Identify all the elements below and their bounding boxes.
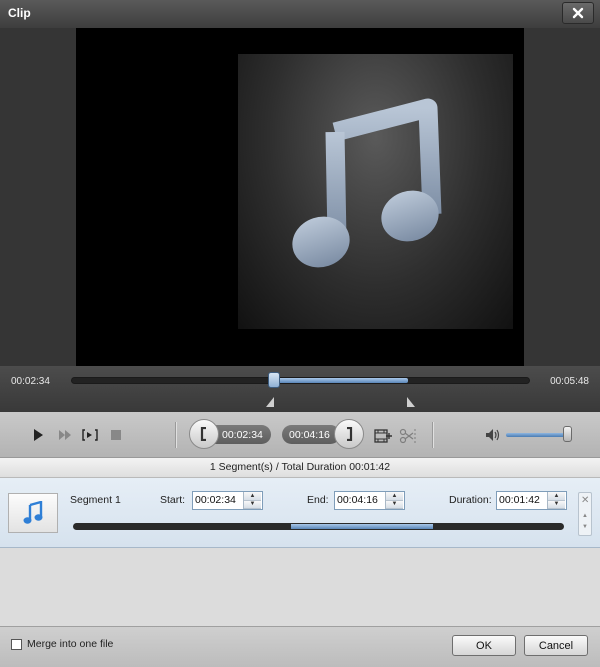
end-time-display: 00:04:16 [282, 425, 340, 444]
segment-thumbnail [8, 493, 58, 533]
merge-checkbox[interactable] [11, 639, 22, 650]
timeline-bar: 00:02:34 00:05:48 [0, 366, 600, 412]
end-marker[interactable] [407, 397, 416, 407]
dialog-footer: Merge into one file OK Cancel [0, 626, 600, 667]
close-icon [572, 7, 584, 19]
preview-area [0, 28, 600, 366]
segments-summary: 1 Segment(s) / Total Duration 00:01:42 [0, 458, 600, 478]
video-screen [76, 28, 524, 366]
frame-step-icon [82, 429, 98, 441]
end-time-field[interactable]: 00:04:16 ▲ ▼ [334, 491, 405, 510]
start-marker[interactable] [266, 397, 275, 407]
selection-range [275, 378, 409, 383]
add-clip-icon [374, 429, 392, 443]
scissors-icon [399, 428, 416, 444]
fast-forward-icon [59, 430, 71, 440]
move-up-icon[interactable]: ▲ [582, 513, 588, 519]
album-art [238, 54, 513, 329]
segment-selection [290, 524, 433, 529]
segment-name: Segment 1 [70, 494, 121, 506]
duration-label: Duration: [449, 494, 492, 506]
spin-up-button[interactable]: ▲ [244, 492, 261, 501]
delete-segment-icon[interactable]: ✕ [581, 495, 589, 506]
start-time-field[interactable]: 00:02:34 ▲ ▼ [192, 491, 263, 510]
spin-down-button[interactable]: ▼ [548, 500, 565, 509]
add-clip-button[interactable] [373, 427, 393, 445]
ok-button[interactable]: OK [452, 635, 516, 656]
start-time-value[interactable]: 00:02:34 [193, 492, 243, 509]
set-start-icon [200, 427, 206, 441]
segment-list: Segment 1 Start: 00:02:34 ▲ ▼ End: 00:04… [0, 478, 600, 626]
total-time: 00:05:48 [550, 376, 589, 387]
set-end-icon [347, 427, 353, 441]
frame-step-button[interactable] [80, 426, 100, 444]
split-button[interactable] [398, 427, 418, 445]
end-time-value[interactable]: 00:04:16 [335, 492, 385, 509]
segment-row-controls: ✕ ▲ ▼ [578, 492, 592, 536]
segment-row[interactable]: Segment 1 Start: 00:02:34 ▲ ▼ End: 00:04… [0, 478, 600, 548]
separator [175, 422, 176, 448]
start-label: Start: [160, 494, 186, 506]
stop-button[interactable] [108, 427, 124, 443]
window-title: Clip [8, 6, 31, 20]
duration-field[interactable]: 00:01:42 ▲ ▼ [496, 491, 567, 510]
merge-label: Merge into one file [27, 638, 114, 650]
current-time: 00:02:34 [11, 376, 50, 387]
duration-value[interactable]: 00:01:42 [497, 492, 547, 509]
cancel-button[interactable]: Cancel [524, 635, 588, 656]
title-bar: Clip [0, 0, 600, 28]
music-note-icon [23, 501, 43, 524]
play-icon [34, 429, 43, 441]
end-label: End: [307, 494, 329, 506]
clip-dialog: Clip 00:02:34 00:05:48 00:02:34 00:04:16… [0, 0, 600, 667]
end-spinner: ▲ ▼ [385, 492, 403, 509]
volume-button[interactable] [485, 427, 501, 443]
start-spinner: ▲ ▼ [243, 492, 261, 509]
volume-handle[interactable] [562, 426, 572, 442]
spin-down-button[interactable]: ▼ [244, 500, 261, 509]
spin-down-button[interactable]: ▼ [386, 500, 403, 509]
move-down-icon[interactable]: ▼ [582, 524, 588, 530]
duration-spinner: ▲ ▼ [547, 492, 565, 509]
playhead-handle[interactable] [268, 372, 281, 388]
progress-track[interactable] [71, 377, 530, 384]
separator [432, 422, 433, 448]
set-start-button[interactable] [189, 419, 219, 449]
segment-track [73, 523, 564, 530]
playback-controls: 00:02:34 00:04:16 [0, 412, 600, 458]
stop-icon [111, 430, 121, 440]
spin-up-button[interactable]: ▲ [548, 492, 565, 501]
spin-up-button[interactable]: ▲ [386, 492, 403, 501]
play-button[interactable] [30, 426, 46, 444]
music-note-icon [292, 98, 442, 268]
volume-icon [486, 429, 500, 441]
fast-forward-button[interactable] [56, 426, 74, 444]
close-button[interactable] [562, 2, 594, 24]
set-end-button[interactable] [334, 419, 364, 449]
